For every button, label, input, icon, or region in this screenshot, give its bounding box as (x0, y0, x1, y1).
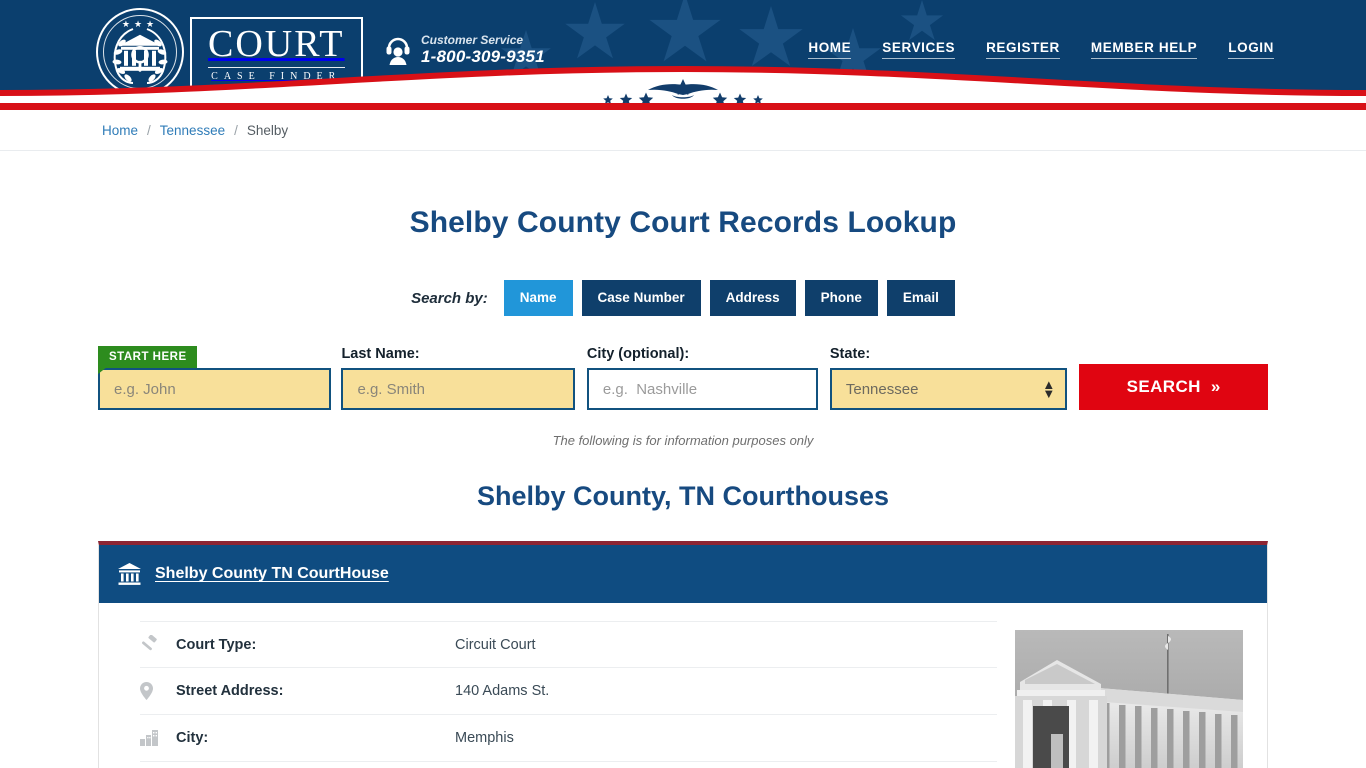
main-navigation: HOME SERVICES REGISTER MEMBER HELP LOGIN (808, 40, 1274, 59)
tab-address[interactable]: Address (709, 280, 796, 316)
breadcrumb-current: Shelby (246, 122, 289, 138)
first-name-input[interactable] (98, 368, 332, 410)
customer-service-phone: 1-800-309-9351 (421, 47, 545, 66)
city-input[interactable] (586, 368, 818, 410)
state-field-group: State: ▲▼ (829, 346, 1068, 410)
courthouse-title-link[interactable]: Shelby County TN CourtHouse (155, 565, 389, 583)
start-here-badge: START HERE (98, 346, 197, 368)
logo-tagline: CASE FINDER (208, 66, 345, 82)
logo-wordmark: COURT (208, 22, 345, 65)
last-name-label: Last Name: (341, 346, 420, 362)
last-name-input[interactable] (341, 368, 575, 410)
search-by-label: Search by: (411, 289, 488, 307)
search-button[interactable]: SEARCH » (1079, 364, 1269, 410)
search-button-label: SEARCH (1126, 377, 1201, 396)
table-row: City: Memphis (140, 715, 997, 762)
breadcrumb-home[interactable]: Home (102, 123, 138, 138)
row-value: Circuit Court (455, 636, 536, 653)
row-label: Street Address: (176, 683, 284, 699)
tab-email[interactable]: Email (886, 280, 955, 316)
courthouse-card-header: Shelby County TN CourtHouse (99, 545, 1267, 603)
nav-services[interactable]: SERVICES (882, 40, 956, 59)
city-label: City (optional): (586, 346, 690, 362)
last-name-field-group: Last Name: (341, 346, 575, 410)
courthouse-detail-list: Court Type: Circuit Court Street Address… (99, 603, 997, 768)
start-here-badge-tail (98, 367, 107, 374)
tab-phone[interactable]: Phone (804, 280, 878, 316)
site-header: ★★★ COURT CASE FINDER Customer Service 1… (0, 0, 1366, 103)
double-chevron-right-icon: » (1210, 377, 1221, 396)
state-select[interactable] (829, 368, 1068, 410)
courthouse-card: Shelby County TN CourtHouse Court Type: … (98, 541, 1268, 768)
row-label: Court Type: (176, 636, 257, 653)
customer-service-label: Customer Service (421, 33, 524, 47)
breadcrumb: Home / Tennessee / Shelby (0, 110, 1366, 151)
tab-case-number[interactable]: Case Number (581, 280, 701, 316)
table-row: Court Type: Circuit Court (140, 621, 997, 668)
courthouse-bank-icon (118, 563, 141, 585)
nav-home[interactable]: HOME (808, 40, 852, 59)
courthouse-photo-column (997, 603, 1267, 768)
page-title: Shelby County Court Records Lookup (409, 206, 957, 239)
tab-name[interactable]: Name (503, 280, 573, 316)
breadcrumb-separator: / (147, 122, 151, 138)
nav-register[interactable]: REGISTER (986, 40, 1060, 59)
customer-service-block: Customer Service 1-800-309-9351 (385, 33, 545, 67)
breadcrumb-separator: / (234, 122, 238, 138)
city-field-group: City (optional): (586, 346, 818, 410)
courthouses-section-title: Shelby County, TN Courthouses (476, 481, 889, 511)
headset-support-icon (386, 37, 410, 65)
header-red-stripe (0, 103, 1366, 110)
state-label: State: (829, 346, 871, 362)
search-by-tabs: Search by: Name Case Number Address Phon… (0, 280, 1366, 316)
breadcrumb-tennessee[interactable]: Tennessee (160, 123, 225, 138)
city-buildings-icon (140, 730, 176, 746)
info-purposes-note: The following is for information purpose… (552, 433, 814, 448)
courthouse-card-body: Court Type: Circuit Court Street Address… (99, 603, 1267, 768)
site-logo[interactable]: ★★★ COURT CASE FINDER (96, 8, 363, 96)
row-label: City: (176, 730, 209, 746)
row-value: Memphis (455, 730, 514, 746)
table-row: Street Address: 140 Adams St. (140, 668, 997, 715)
court-seal-icon: ★★★ (96, 8, 184, 96)
row-value: 140 Adams St. (455, 683, 550, 699)
search-form: START HERE First Name: Last Name: City (… (0, 346, 1366, 410)
courthouse-photo (1015, 630, 1243, 768)
gavel-icon (140, 635, 176, 654)
nav-member-help[interactable]: MEMBER HELP (1090, 40, 1198, 59)
eagle-and-stars-icon (603, 79, 763, 103)
map-pin-icon (140, 682, 176, 700)
nav-login[interactable]: LOGIN (1228, 40, 1274, 59)
